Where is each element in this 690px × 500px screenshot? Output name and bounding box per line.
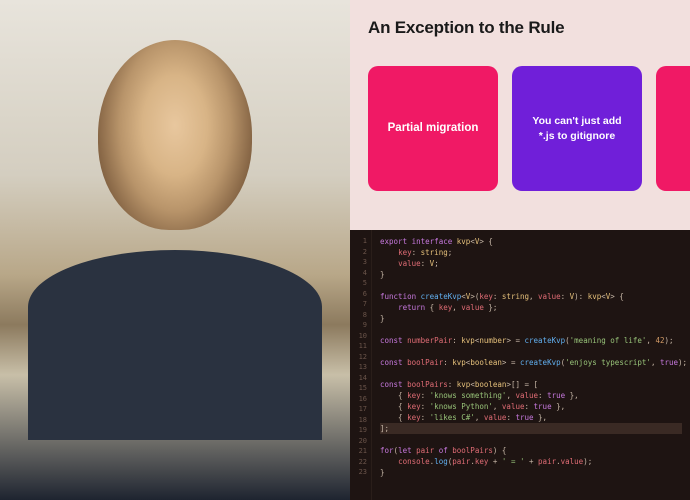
code-line[interactable]: export interface kvp<V> { [380, 236, 682, 247]
card-partial-migration[interactable]: Partial migration [368, 66, 498, 191]
code-line[interactable]: value: V; [380, 258, 682, 269]
code-line[interactable]: return { key, value }; [380, 302, 682, 313]
card-gitignore[interactable]: You can't just add *.js to gitignore [512, 66, 642, 191]
code-line[interactable]: ]; [380, 423, 682, 434]
code-line[interactable] [380, 434, 682, 445]
code-line[interactable]: key: string; [380, 247, 682, 258]
code-line[interactable]: const numberPair: kvp<number> = createKv… [380, 335, 682, 346]
code-line[interactable]: const boolPair: kvp<boolean> = createKvp… [380, 357, 682, 368]
code-editor[interactable]: 1234567891011121314151617181920212223 ex… [350, 230, 690, 500]
slide-panel: An Exception to the Rule Partial migrati… [350, 0, 690, 230]
slide-title: An Exception to the Rule [368, 18, 690, 38]
code-line[interactable]: } [380, 313, 682, 324]
code-line[interactable]: for(let pair of boolPairs) { [380, 445, 682, 456]
code-line[interactable] [380, 280, 682, 291]
code-line[interactable] [380, 324, 682, 335]
code-line[interactable]: } [380, 269, 682, 280]
code-line[interactable] [380, 368, 682, 379]
card-label: You can't just add *.js to gitignore [526, 114, 628, 142]
slide-cards: Partial migration You can't just add *.j… [368, 66, 690, 191]
person-photo [0, 0, 350, 500]
code-line[interactable]: function createKvp<V>(key: string, value… [380, 291, 682, 302]
code-line[interactable] [380, 346, 682, 357]
card-third[interactable]: The [656, 66, 690, 191]
code-line[interactable]: { key: 'knows something', value: true }, [380, 390, 682, 401]
code-line[interactable]: { key: 'knows Python', value: true }, [380, 401, 682, 412]
code-line[interactable]: console.log(pair.key + ' = ' + pair.valu… [380, 456, 682, 467]
code-line[interactable]: { key: 'likes C#', value: true }, [380, 412, 682, 423]
code-area[interactable]: export interface kvp<V> { key: string; v… [372, 230, 690, 500]
card-label: Partial migration [388, 121, 479, 137]
code-line[interactable]: const boolPairs: kvp<boolean>[] = [ [380, 379, 682, 390]
line-gutter: 1234567891011121314151617181920212223 [350, 230, 372, 500]
code-line[interactable]: } [380, 467, 682, 478]
